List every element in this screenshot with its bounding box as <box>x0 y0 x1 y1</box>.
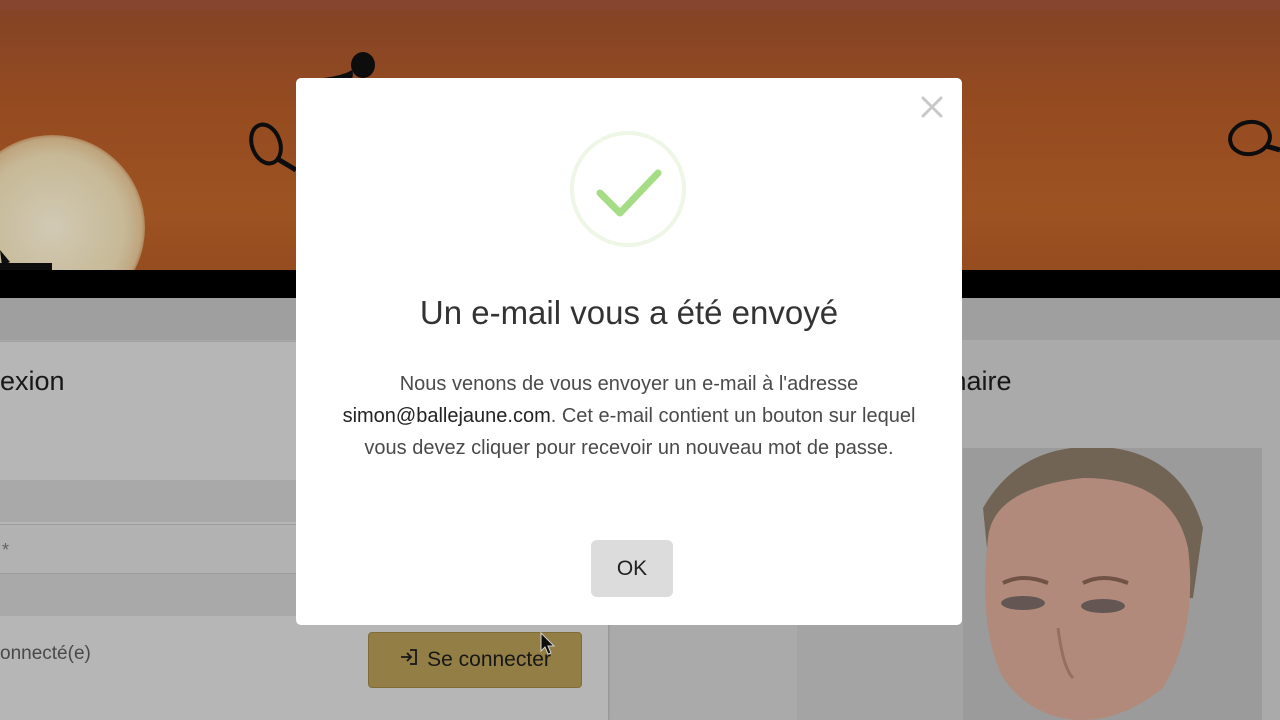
dialog-title: Un e-mail vous a été envoyé <box>419 294 839 331</box>
checkmark-icon <box>596 169 662 217</box>
success-checkmark <box>570 131 686 247</box>
close-icon <box>921 96 943 123</box>
email-sent-dialog: Un e-mail vous a été envoyé Nous venons … <box>296 78 962 625</box>
ok-button[interactable]: OK <box>591 540 673 597</box>
dialog-message-intro: Nous venons de vous envoyer un e-mail à … <box>399 373 859 395</box>
email-address: simon@ballejaune.com <box>342 405 551 427</box>
dialog-message: Nous venons de vous envoyer un e-mail à … <box>340 368 918 464</box>
close-button[interactable] <box>915 92 949 126</box>
